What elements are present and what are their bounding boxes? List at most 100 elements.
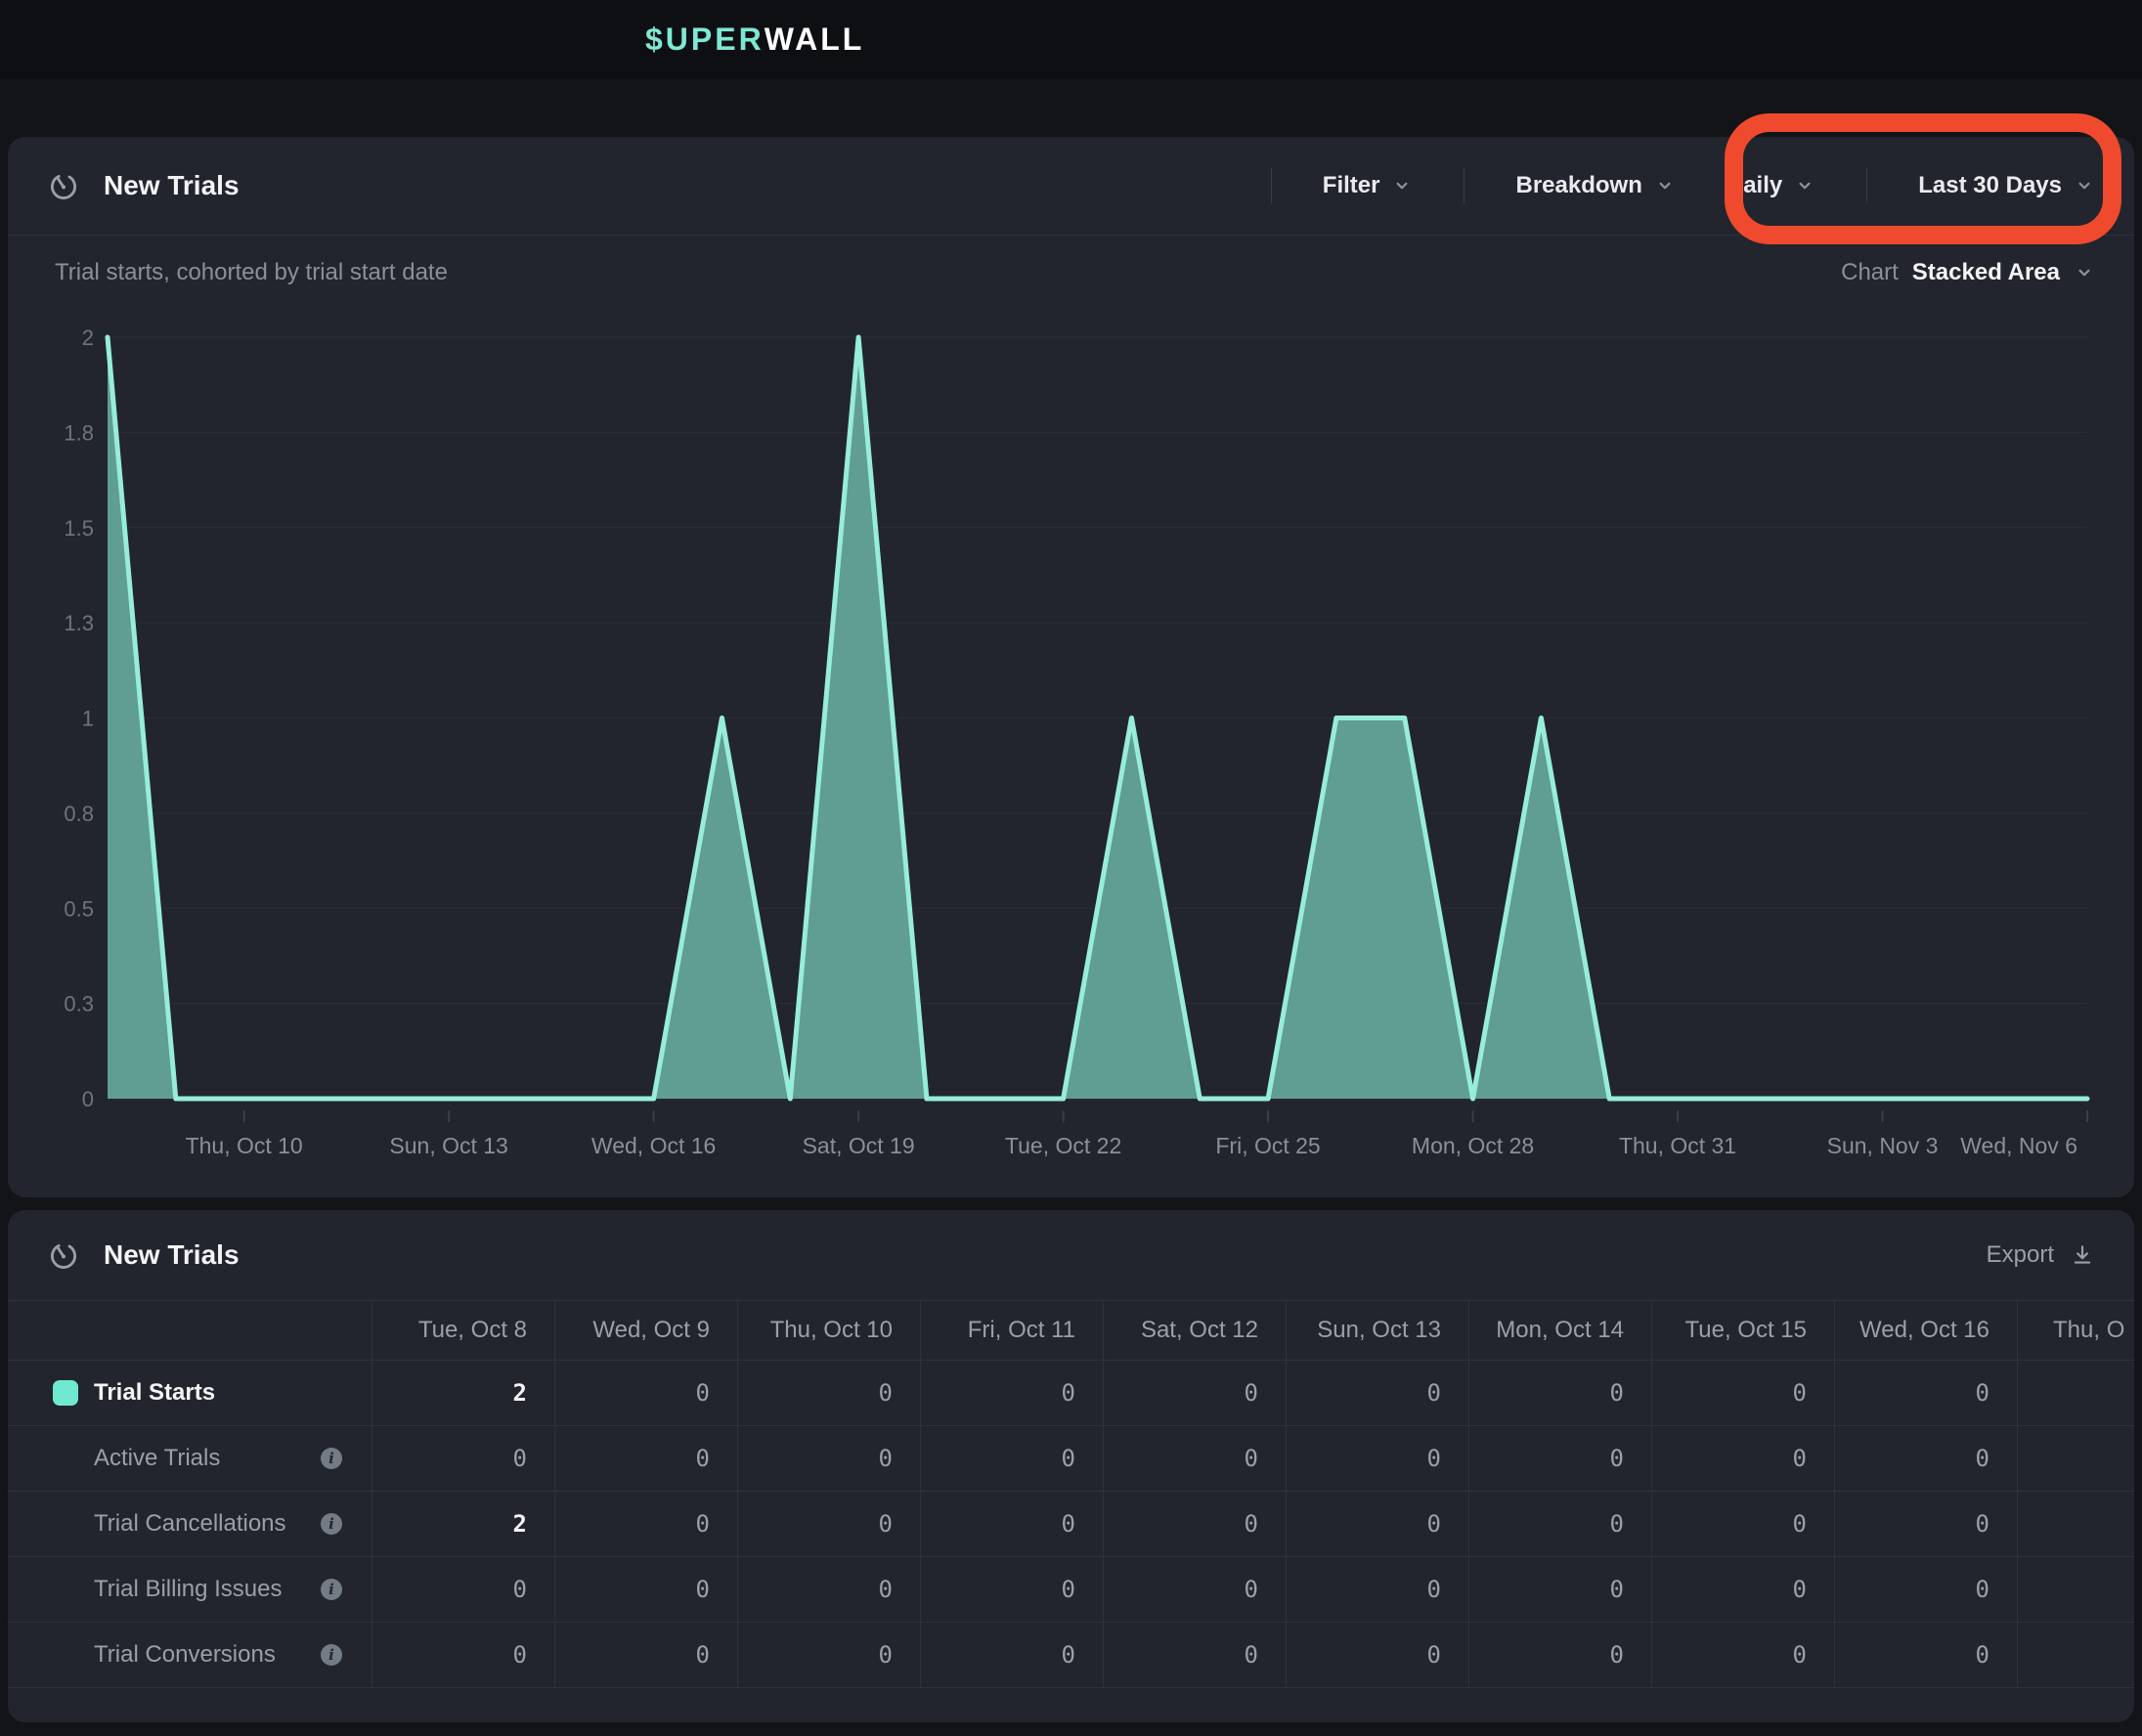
table-cell: 0 bbox=[1103, 1361, 1286, 1425]
table-cell: 0 bbox=[1103, 1426, 1286, 1491]
table-title: New Trials bbox=[104, 1239, 240, 1271]
table-cell: 0 bbox=[1834, 1426, 2017, 1491]
table-cell: 0 bbox=[1651, 1557, 1834, 1622]
table-cell: 0 bbox=[1468, 1426, 1651, 1491]
table-cell: 0 bbox=[1468, 1492, 1651, 1556]
table-card-header: New Trials Export bbox=[8, 1210, 2134, 1300]
row-label: Trial Conversions bbox=[94, 1641, 276, 1669]
y-axis-tick-label: 1.3 bbox=[64, 611, 94, 635]
column-header: Mon, Oct 14 bbox=[1468, 1301, 1651, 1360]
row-label-cell: Active Trialsi bbox=[8, 1426, 372, 1491]
new-trials-chart-card: New Trials Filter Breakdown Daily bbox=[8, 137, 2134, 1197]
info-icon[interactable]: i bbox=[321, 1513, 342, 1535]
table-row: Trial Starts200000000 bbox=[8, 1361, 2134, 1426]
info-icon[interactable]: i bbox=[321, 1579, 342, 1600]
x-axis-tick-label: Thu, Oct 31 bbox=[1619, 1133, 1736, 1158]
table-row: Trial Cancellationsi200000000 bbox=[8, 1492, 2134, 1557]
y-axis-tick-label: 0.5 bbox=[64, 896, 94, 921]
y-axis-tick-label: 0 bbox=[82, 1087, 94, 1111]
table-cell: 0 bbox=[554, 1623, 737, 1687]
table-cell: 0 bbox=[372, 1557, 554, 1622]
table-cell: 0 bbox=[554, 1557, 737, 1622]
chart-type-label: Chart bbox=[1841, 259, 1899, 286]
breakdown-dropdown[interactable]: Breakdown bbox=[1515, 172, 1675, 199]
table-cell: 0 bbox=[1651, 1426, 1834, 1491]
table-cell bbox=[2017, 1426, 2134, 1491]
table-cell: 0 bbox=[737, 1361, 920, 1425]
chart-subtitle-row: Trial starts, cohorted by trial start da… bbox=[8, 236, 2134, 286]
column-header: Fri, Oct 11 bbox=[920, 1301, 1103, 1360]
row-label: Trial Cancellations bbox=[94, 1510, 286, 1538]
chevron-down-icon bbox=[2074, 262, 2095, 283]
chart-type-value: Stacked Area bbox=[1912, 259, 2060, 286]
filter-label: Filter bbox=[1323, 172, 1380, 199]
metrics-table: Tue, Oct 8Wed, Oct 9Thu, Oct 10Fri, Oct … bbox=[8, 1300, 2134, 1688]
table-cell bbox=[2017, 1623, 2134, 1687]
table-cell: 0 bbox=[1103, 1492, 1286, 1556]
table-cell: 0 bbox=[1834, 1492, 2017, 1556]
breakdown-label: Breakdown bbox=[1515, 172, 1641, 199]
table-cell: 2 bbox=[372, 1361, 554, 1425]
x-axis-tick-label: Wed, Nov 6 bbox=[1960, 1133, 2077, 1158]
table-cell: 0 bbox=[920, 1623, 1103, 1687]
filter-dropdown[interactable]: Filter bbox=[1323, 172, 1414, 199]
x-axis-tick-label: Thu, Oct 10 bbox=[186, 1133, 303, 1158]
chevron-down-icon bbox=[1794, 175, 1815, 196]
table-cell: 0 bbox=[1286, 1361, 1468, 1425]
table-header-row: Tue, Oct 8Wed, Oct 9Thu, Oct 10Fri, Oct … bbox=[8, 1300, 2134, 1361]
info-icon[interactable]: i bbox=[321, 1448, 342, 1469]
row-label: Trial Starts bbox=[94, 1379, 215, 1407]
logo-text-primary: $UPER bbox=[645, 22, 765, 58]
granularity-dropdown[interactable]: Daily bbox=[1727, 172, 1815, 199]
logo-text-secondary: WALL bbox=[765, 22, 865, 58]
x-axis-tick-label: Wed, Oct 16 bbox=[591, 1133, 716, 1158]
page-title: New Trials bbox=[104, 170, 240, 201]
table-cell: 0 bbox=[737, 1557, 920, 1622]
table-cell: 0 bbox=[920, 1557, 1103, 1622]
column-header: Sat, Oct 12 bbox=[1103, 1301, 1286, 1360]
table-cell: 0 bbox=[737, 1426, 920, 1491]
date-range-dropdown[interactable]: Last 30 Days bbox=[1918, 172, 2095, 199]
chevron-down-icon bbox=[1391, 175, 1413, 196]
top-navigation-bar: $UPERWALL bbox=[0, 0, 2142, 78]
table-corner-cell bbox=[8, 1301, 372, 1360]
table-cell: 0 bbox=[1651, 1623, 1834, 1687]
granularity-label: Daily bbox=[1727, 172, 1782, 199]
stopwatch-icon bbox=[47, 1238, 80, 1272]
series-color-swatch bbox=[53, 1380, 78, 1406]
table-title-wrap: New Trials bbox=[47, 1238, 240, 1272]
table-cell: 0 bbox=[1651, 1492, 1834, 1556]
chevron-down-icon bbox=[1654, 175, 1676, 196]
export-button[interactable]: Export bbox=[1987, 1241, 2095, 1269]
row-label: Trial Billing Issues bbox=[94, 1576, 283, 1603]
y-axis-tick-label: 1 bbox=[82, 707, 94, 731]
column-header: Thu, Oct 10 bbox=[737, 1301, 920, 1360]
table-cell: 0 bbox=[737, 1492, 920, 1556]
chevron-down-icon bbox=[2074, 175, 2095, 196]
download-icon bbox=[2070, 1242, 2095, 1268]
row-label-cell: Trial Conversions i bbox=[8, 1623, 372, 1687]
superwall-logo: $UPERWALL bbox=[645, 0, 864, 78]
chart-controls: Filter Breakdown Daily Last 30 Da bbox=[1271, 168, 2095, 203]
y-axis-tick-label: 0.8 bbox=[64, 802, 94, 826]
column-header: Tue, Oct 15 bbox=[1651, 1301, 1834, 1360]
trial-starts-area-chart: 21.81.51.310.80.50.30Thu, Oct 10Sun, Oct… bbox=[20, 323, 2121, 1183]
divider bbox=[1866, 168, 1867, 203]
table-cell bbox=[2017, 1492, 2134, 1556]
table-row: Active Trialsi000000000 bbox=[8, 1426, 2134, 1492]
column-header: Wed, Oct 16 bbox=[1834, 1301, 2017, 1360]
table-row: Trial Conversionsi000000000 bbox=[8, 1623, 2134, 1688]
table-cell: 0 bbox=[920, 1492, 1103, 1556]
table-cell: 0 bbox=[1286, 1492, 1468, 1556]
y-axis-tick-label: 1.8 bbox=[64, 420, 94, 445]
chart-type-dropdown[interactable]: Chart Stacked Area bbox=[1841, 259, 2095, 286]
column-header: Wed, Oct 9 bbox=[554, 1301, 737, 1360]
info-icon[interactable]: i bbox=[321, 1644, 342, 1666]
column-header: Thu, O bbox=[2017, 1301, 2134, 1360]
table-cell: 0 bbox=[1468, 1361, 1651, 1425]
table-cell: 0 bbox=[1103, 1557, 1286, 1622]
table-row: Trial Billing Issuesi000000000 bbox=[8, 1557, 2134, 1623]
table-cell: 0 bbox=[1468, 1557, 1651, 1622]
table-cell: 0 bbox=[1286, 1623, 1468, 1687]
table-cell: 0 bbox=[554, 1426, 737, 1491]
